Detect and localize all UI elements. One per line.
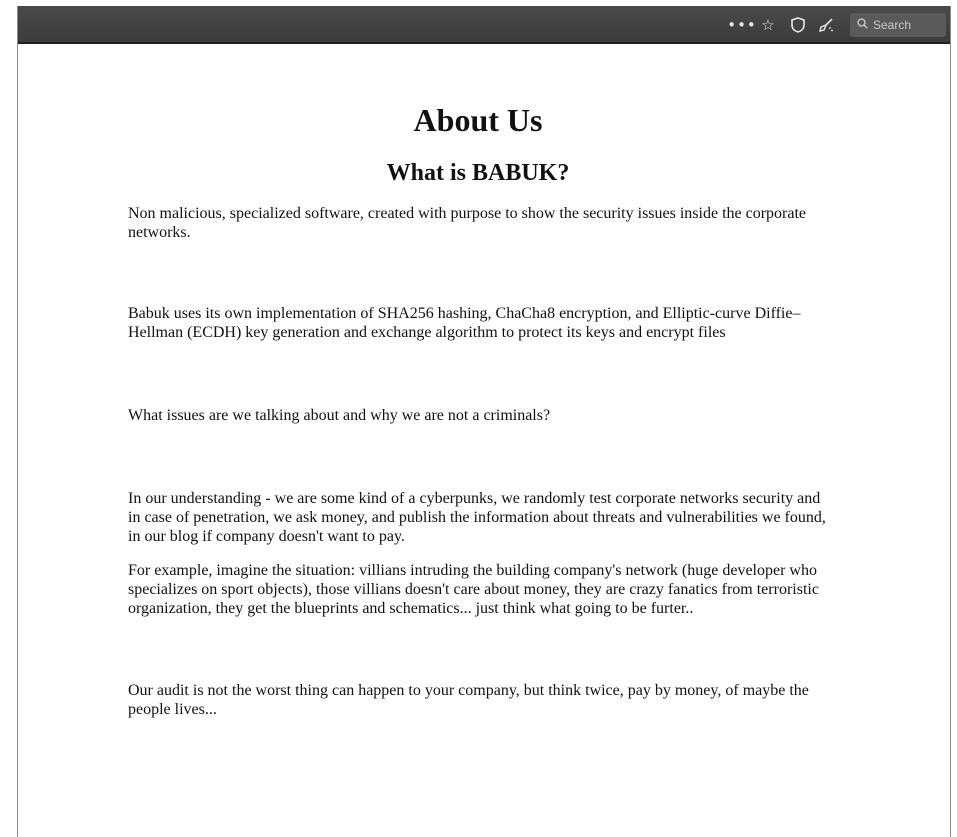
search-icon xyxy=(857,18,868,32)
page-content: About Us What is BABUK? Non malicious, s… xyxy=(128,44,828,719)
paragraph-understanding: In our understanding - we are some kind … xyxy=(128,490,826,545)
broom-icon[interactable] xyxy=(815,6,837,44)
browser-window: ••• ☆ About Us Wh xyxy=(17,6,951,837)
bookmark-star-icon[interactable]: ☆ xyxy=(757,6,779,44)
paragraph-example: For example, imagine the situation: vill… xyxy=(128,562,819,617)
page-subtitle: What is BABUK? xyxy=(386,160,570,186)
page-title: About Us xyxy=(413,102,543,138)
paragraph-intro: Non malicious, specialized software, cre… xyxy=(128,205,807,241)
search-icon-svg xyxy=(857,18,868,29)
more-options-icon[interactable]: ••• xyxy=(727,6,756,44)
search-input[interactable] xyxy=(873,18,939,32)
search-bar[interactable] xyxy=(850,13,946,37)
paragraph-question: What issues are we talking about and why… xyxy=(128,407,551,424)
broom-icon-svg xyxy=(819,18,833,32)
shield-icon-svg xyxy=(791,17,805,33)
paragraph-audit: Our audit is not the worst thing can hap… xyxy=(128,682,809,718)
paragraph-encryption: Babuk uses its own implementation of SHA… xyxy=(128,305,801,341)
shield-icon[interactable] xyxy=(787,6,809,44)
browser-toolbar: ••• ☆ xyxy=(18,6,950,44)
